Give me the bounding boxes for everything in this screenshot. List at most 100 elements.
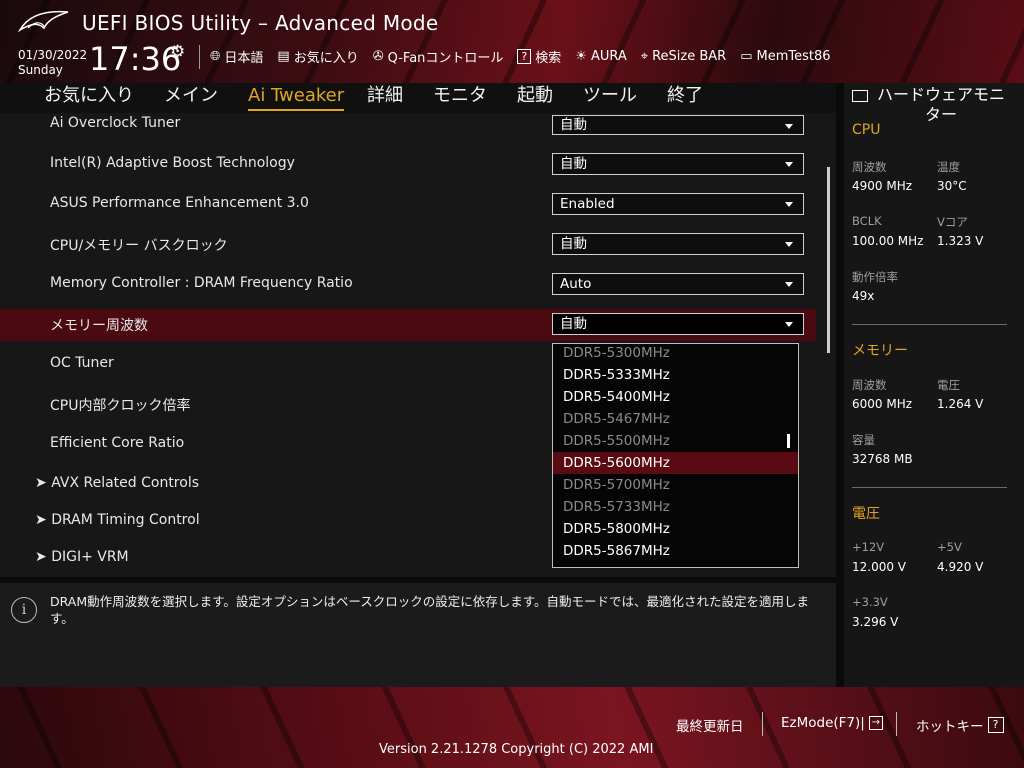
monitor-title-text: ハードウェアモニター: [876, 85, 1005, 124]
memtest-icon: ▭: [740, 49, 753, 64]
chevron-down-icon: [785, 162, 793, 167]
vcore-value: 1.323 V: [937, 234, 984, 248]
setting-row[interactable]: ASUS Performance Enhancement 3.0 Enabled: [0, 193, 816, 225]
last-modified-label: 最終更新日: [676, 719, 744, 735]
dropdown-value: 自動: [560, 117, 587, 133]
chevron-down-icon: [785, 124, 793, 129]
setting-dropdown[interactable]: 自動: [552, 153, 804, 175]
gear-icon[interactable]: ⚙: [170, 42, 185, 62]
mem-capacity-value: 32768 MB: [852, 452, 913, 466]
setting-label: Efficient Core Ratio: [50, 435, 185, 451]
setting-dropdown[interactable]: 自動: [552, 233, 804, 255]
help-key-icon: ?: [987, 717, 1004, 733]
setting-dropdown[interactable]: 自動: [552, 115, 804, 135]
tab-tool[interactable]: ツール: [583, 83, 637, 109]
submenu-avx[interactable]: ➤ AVX Related Controls: [35, 475, 199, 491]
header-toolbar: 🌐︎ 日本語 ▤ お気に入り ✇ Q-Fanコントロール ? 検索 ☀ AURA…: [210, 47, 831, 66]
exit-arrow-icon: →: [868, 716, 883, 730]
mem-freq-value: 6000 MHz: [852, 397, 913, 411]
dropdown-value: 自動: [560, 316, 587, 332]
hotkeys-button[interactable]: ホットキー ?: [916, 715, 1004, 735]
setting-dropdown[interactable]: Auto: [552, 273, 804, 295]
submenu-dram-timing[interactable]: ➤ DRAM Timing Control: [35, 512, 200, 528]
memtest-button[interactable]: ▭ MemTest86: [740, 47, 830, 66]
setting-row[interactable]: CPU/メモリー バスクロック 自動: [0, 233, 816, 265]
dropdown-option-highlighted[interactable]: DDR5-5600MHz: [553, 452, 798, 474]
language-label: 日本語: [224, 51, 264, 66]
tab-main[interactable]: メイン: [164, 83, 218, 109]
v5-label: +5V: [937, 540, 962, 554]
last-modified-button[interactable]: 最終更新日: [676, 715, 744, 735]
setting-row[interactable]: Memory Controller : DRAM Frequency Ratio…: [0, 273, 816, 305]
qfan-button[interactable]: ✇ Q-Fanコントロール: [373, 47, 504, 66]
monitor-divider: [852, 324, 1007, 325]
setting-label: Intel(R) Adaptive Boost Technology: [50, 155, 295, 171]
tab-advanced[interactable]: 詳細: [367, 83, 403, 109]
dropdown-option[interactable]: DDR5-5300MHz: [553, 344, 798, 364]
dropdown-option[interactable]: DDR5-5800MHz: [553, 518, 798, 540]
clock-display[interactable]: 17:36: [89, 40, 181, 78]
mem-volt-value: 1.264 V: [937, 397, 984, 411]
globe-icon: 🌐︎: [210, 49, 221, 64]
vcore-label: Vコア: [937, 215, 968, 229]
dropdown-option[interactable]: DDR5-5733MHz: [553, 496, 798, 518]
aura-button[interactable]: ☀ AURA: [575, 47, 626, 66]
aura-icon: ☀: [575, 49, 587, 64]
mem-capacity-label: 容量: [852, 433, 875, 447]
dropdown-scrollbar[interactable]: [787, 434, 790, 448]
tab-monitor[interactable]: モニタ: [433, 83, 487, 109]
cpu-temp-label: 温度: [937, 160, 960, 174]
monitor-divider: [852, 487, 1007, 488]
setting-row[interactable]: Intel(R) Adaptive Boost Technology 自動: [0, 153, 816, 185]
memory-section-title: メモリー: [852, 343, 908, 359]
footer-divider: [762, 712, 763, 736]
resize-bar-label: ReSize BAR: [652, 49, 727, 64]
setting-row-selected[interactable]: メモリー周波数 自動: [0, 309, 816, 341]
ezmode-label: EzMode(F7)|: [781, 715, 865, 731]
bclk-value: 100.00 MHz: [852, 234, 924, 248]
dropdown-option[interactable]: DDR5-5867MHz: [553, 540, 798, 562]
favorites-button[interactable]: ▤ お気に入り: [277, 47, 358, 66]
dropdown-option[interactable]: DDR5-5467MHz: [553, 408, 798, 430]
setting-dropdown[interactable]: 自動: [552, 313, 804, 335]
voltage-section-title: 電圧: [852, 506, 880, 522]
cpu-freq-label: 周波数: [852, 160, 887, 174]
date-text: 01/30/2022: [18, 48, 88, 62]
submenu-label: DRAM Timing Control: [51, 512, 200, 528]
qfan-label: Q-Fanコントロール: [387, 51, 504, 66]
tab-favorites[interactable]: お気に入り: [44, 83, 134, 109]
favorites-icon: ▤: [277, 49, 290, 64]
tab-ai-tweaker[interactable]: Ai Tweaker: [248, 83, 345, 111]
setting-dropdown[interactable]: Enabled: [552, 193, 804, 215]
tab-boot[interactable]: 起動: [517, 83, 553, 109]
search-label: 検索: [535, 51, 562, 66]
mem-volt-label: 電圧: [937, 378, 960, 392]
settings-scrollbar[interactable]: [827, 167, 830, 353]
resize-bar-icon: ⌖: [640, 49, 649, 64]
resize-bar-button[interactable]: ⌖ ReSize BAR: [641, 47, 726, 66]
dropdown-option[interactable]: DDR5-5400MHz: [553, 386, 798, 408]
monitor-icon: [852, 89, 868, 102]
setting-label: Memory Controller : DRAM Frequency Ratio: [50, 275, 353, 291]
date-display: 01/30/2022 Sunday: [18, 48, 87, 78]
search-button[interactable]: ? 検索: [517, 47, 561, 66]
favorites-label: お気に入り: [293, 51, 359, 66]
dropdown-option[interactable]: DDR5-5333MHz: [553, 364, 798, 386]
setting-row[interactable]: Ai Overclock Tuner 自動: [0, 113, 816, 145]
cpu-temp-value: 30°C: [937, 179, 967, 193]
ezmode-button[interactable]: EzMode(F7)| →: [781, 715, 883, 731]
memory-frequency-options: DDR5-5300MHz DDR5-5333MHz DDR5-5400MHz D…: [552, 343, 799, 568]
v12-label: +12V: [852, 540, 885, 554]
hotkeys-label: ホットキー: [916, 719, 984, 735]
rog-logo-icon: [18, 10, 69, 33]
dropdown-option[interactable]: DDR5-5700MHz: [553, 474, 798, 496]
ratio-value: 49x: [852, 289, 875, 303]
submenu-digi-vrm[interactable]: ➤ DIGI+ VRM: [35, 549, 129, 565]
dropdown-value: 自動: [560, 156, 587, 172]
tab-exit[interactable]: 終了: [667, 83, 703, 109]
help-panel: i DRAM動作周波数を選択します。設定オプションはベースクロックの設定に依存し…: [0, 583, 836, 687]
language-button[interactable]: 🌐︎ 日本語: [210, 47, 263, 66]
main-tabs: お気に入り メイン Ai Tweaker 詳細 モニタ 起動 ツール 終了: [0, 83, 836, 113]
dropdown-option[interactable]: DDR5-5500MHz: [553, 430, 798, 452]
chevron-down-icon: [785, 242, 793, 247]
